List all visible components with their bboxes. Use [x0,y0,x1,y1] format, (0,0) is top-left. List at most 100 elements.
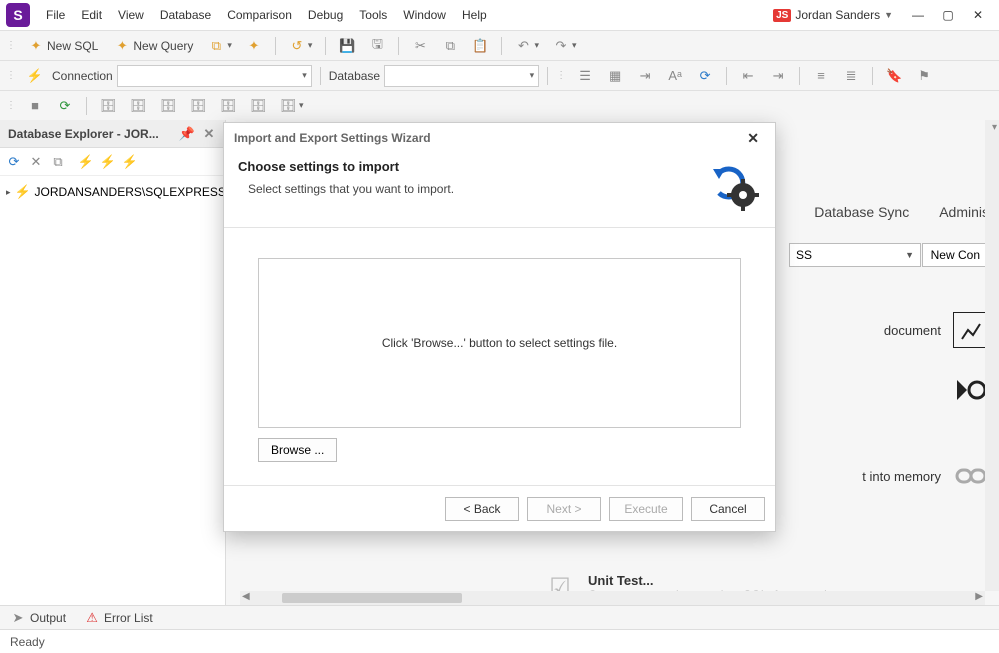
new-connection-button[interactable]: New Con [922,243,989,267]
save-button[interactable]: 💾 [334,35,360,57]
user-badge[interactable]: JS Jordan Sanders [773,8,880,22]
start-link-memory[interactable]: t into memory [862,458,989,494]
new-sql-icon: ✦ [28,38,44,54]
paste-button[interactable]: 📋 [467,35,493,57]
pin-icon[interactable]: 📌 [179,126,195,142]
settings-file-box: Click 'Browse...' button to select setti… [258,258,741,428]
back-button[interactable]: < Back [445,497,519,521]
db-btn-5[interactable]: 🗄 [215,95,241,117]
menu-database[interactable]: Database [152,4,219,26]
start-connection-combo[interactable]: SS ▼ [789,243,921,267]
menu-edit[interactable]: Edit [73,4,110,26]
start-link-run[interactable] [953,372,989,408]
bookmark-btn[interactable]: 🔖 [881,65,907,87]
new-query-button[interactable]: ✦ New Query [108,35,199,57]
new-connection-icon[interactable]: ⚡ [78,154,94,170]
vertical-scrollbar[interactable] [985,120,999,591]
format-btn-4[interactable]: Aᵃ [662,65,688,87]
menu-file[interactable]: File [38,4,73,26]
horizontal-scrollbar[interactable]: ◀ ▶ [240,591,985,605]
delete-icon[interactable]: ✕ [28,154,44,170]
tree-root-row[interactable]: ▸ ⚡ JORDANSANDERS\SQLEXPRESS [4,182,221,202]
menu-window[interactable]: Window [395,4,454,26]
execute-button[interactable]: Execute [609,497,683,521]
server-icon: ⚡ [15,184,31,200]
comment-btn-2[interactable]: ≣ [838,65,864,87]
start-link-memory-label: t into memory [862,469,941,484]
refresh-button[interactable]: ⟳ [692,65,718,87]
cancel-button[interactable]: Cancel [691,497,765,521]
tab-overflow-icon[interactable]: ▾ [992,122,997,133]
format-btn-3[interactable]: ⇥ [632,65,658,87]
reconnect-button[interactable]: ⟳ [52,95,78,117]
menu-tools[interactable]: Tools [351,4,395,26]
connection-combo[interactable]: ▾ [117,65,312,87]
undo-history-button[interactable]: ↺▾ [284,35,318,57]
tab-administration[interactable]: Adminis [939,204,989,220]
import-settings-icon [709,159,761,211]
undo-button[interactable]: ↶▾ [510,35,544,57]
bottom-tabs: ➤ Output ⚠ Error List [0,605,999,629]
disconnect-icon[interactable]: ⚡ [122,154,138,170]
close-icon[interactable]: ✕ [201,126,217,142]
browse-button[interactable]: Browse ... [258,438,337,462]
scrollbar-thumb[interactable] [282,593,462,603]
connection-icon-button[interactable]: ⚡ [22,65,48,87]
save-all-button[interactable]: 🖫 [364,35,390,57]
scroll-left-icon[interactable]: ◀ [242,591,250,602]
connect-icon[interactable]: ⚡ [100,154,116,170]
start-link-document[interactable]: document [884,312,989,348]
flag-btn[interactable]: ⚑ [911,65,937,87]
indent-btn-2[interactable]: ⇥ [765,65,791,87]
format-btn-2[interactable]: ▦ [602,65,628,87]
db-btn-3[interactable]: 🗄 [155,95,181,117]
menu-debug[interactable]: Debug [300,4,351,26]
copy-button[interactable]: ⧉ [437,35,463,57]
bookmark-icon: 🔖 [886,68,902,84]
new-item-button[interactable]: ✦ [241,35,267,57]
collapse-icon[interactable]: ▸ [6,187,11,198]
cut-button[interactable]: ✂ [407,35,433,57]
output-label: Output [30,611,66,625]
output-tab[interactable]: ➤ Output [10,610,66,626]
tab-database-sync[interactable]: Database Sync [814,204,909,220]
db-btn-2[interactable]: 🗄 [125,95,151,117]
wizard-footer: < Back Next > Execute Cancel [224,485,775,531]
menu-help[interactable]: Help [454,4,495,26]
stop-button[interactable]: ■ [22,95,48,117]
connection-tree: ▸ ⚡ JORDANSANDERS\SQLEXPRESS [0,176,225,208]
refresh-icon[interactable]: ⟳ [6,154,22,170]
run-gear-icon [953,372,989,408]
window-maximize-button[interactable]: ▢ [933,3,963,27]
db-btn-1[interactable]: 🗄 [95,95,121,117]
menu-view[interactable]: View [110,4,152,26]
paste-icon: 📋 [472,38,488,54]
open-button[interactable]: ⧉▾ [203,35,237,57]
chevron-down-icon: ▾ [302,70,307,81]
copy-icon[interactable]: ⧉ [50,154,66,170]
db-icon: 🗄 [250,98,266,114]
new-sql-button[interactable]: ✦ New SQL [22,35,104,57]
db-btn-4[interactable]: 🗄 [185,95,211,117]
indent-btn-1[interactable]: ⇤ [735,65,761,87]
db-btn-6[interactable]: 🗄 [245,95,271,117]
stop-icon: ■ [27,98,43,114]
database-combo[interactable]: ▾ [384,65,539,87]
error-list-tab[interactable]: ⚠ Error List [84,610,153,626]
scroll-right-icon[interactable]: ▶ [975,591,983,602]
window-minimize-button[interactable]: — [903,3,933,27]
toolbar-grip-icon: ⋮ [6,100,16,111]
open-dropdown-icon[interactable]: ▾ [227,40,232,51]
database-label: Database [329,69,380,83]
menu-comparison[interactable]: Comparison [219,4,300,26]
wizard-close-button[interactable]: ✕ [741,128,765,149]
user-dropdown-icon[interactable]: ▼ [884,10,893,20]
window-close-button[interactable]: ✕ [963,3,993,27]
next-button[interactable]: Next > [527,497,601,521]
redo-button[interactable]: ↷▾ [548,35,582,57]
error-icon: ⚠ [84,610,100,626]
db-btn-7[interactable]: 🗄▾ [275,95,309,117]
wizard-titlebar[interactable]: Import and Export Settings Wizard ✕ [224,123,775,153]
comment-btn-1[interactable]: ≡ [808,65,834,87]
format-btn-1[interactable]: ☰ [572,65,598,87]
